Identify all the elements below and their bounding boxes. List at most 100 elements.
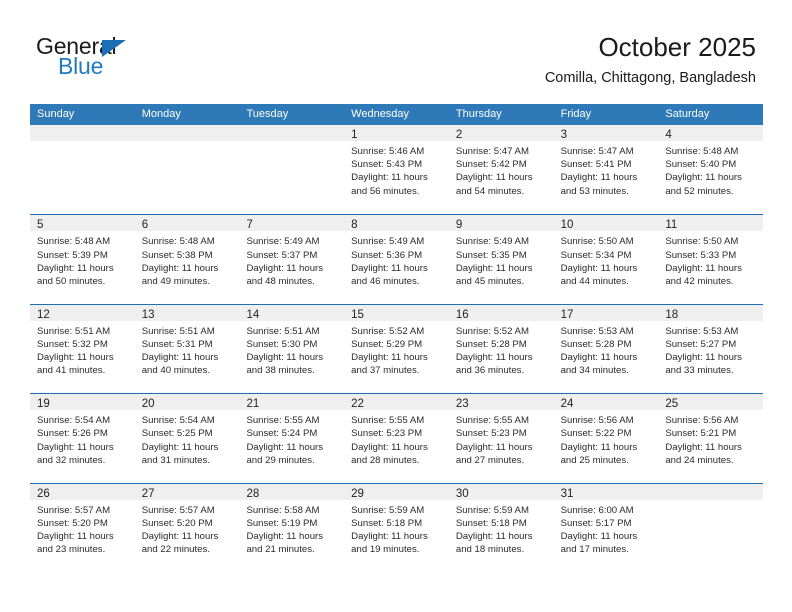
daylight-duration-line1: Daylight: 11 hours [665, 441, 742, 453]
day-details: Sunrise: 5:58 AM Sunset: 5:19 PM Daylight:… [239, 500, 344, 557]
sunrise-time: Sunrise: 5:50 AM [665, 236, 739, 248]
daylight-duration-line2: and 22 minutes. [141, 544, 210, 556]
daylight-duration-line1: Daylight: 11 hours [351, 172, 428, 184]
calendar-day-cell[interactable]: 15 Sunrise: 5:52 AM Sunset: 5:29 PM Dayligh… [344, 304, 449, 393]
calendar-day-cell[interactable]: 2 Sunrise: 5:47 AM Sunset: 5:42 PM Daylight… [448, 125, 554, 214]
calendar-day-cell[interactable]: 13 Sunrise: 5:51 AM Sunset: 5:31 PM Dayligh… [134, 304, 240, 393]
calendar-day-cell[interactable]: 27 Sunrise: 5:57 AM Sunset: 5:20 PM Dayligh… [134, 483, 240, 572]
sunrise-time: Sunrise: 5:55 AM [455, 415, 529, 427]
date-number-strip: 31 [553, 483, 659, 500]
daylight-duration-line2: and 41 minutes. [37, 365, 106, 377]
daylight-duration-line2: and 18 minutes. [455, 544, 525, 556]
calendar-day-cell[interactable]: 29 Sunrise: 5:59 AM Sunset: 5:18 PM Dayligh… [344, 483, 449, 572]
calendar-day-cell[interactable]: 6 Sunrise: 5:48 AM Sunset: 5:38 PM Daylight… [134, 215, 240, 303]
sunrise-time: Sunrise: 5:52 AM [351, 325, 425, 337]
brand-logo[interactable]: General Blue [36, 33, 236, 85]
daylight-duration-line1: Daylight: 11 hours [351, 262, 428, 274]
calendar-day-cell[interactable]: 14 Sunrise: 5:51 AM Sunset: 5:30 PM Dayligh… [239, 304, 345, 393]
day-details: Sunrise: 5:55 AM Sunset: 5:23 PM Daylight:… [449, 410, 554, 467]
calendar-day-cell[interactable]: 28 Sunrise: 5:58 AM Sunset: 5:19 PM Dayligh… [239, 483, 345, 572]
date-number: 16 [455, 308, 469, 321]
calendar-day-cell[interactable]: 24 Sunrise: 5:56 AM Sunset: 5:22 PM Dayligh… [553, 394, 659, 482]
calendar-day-cell[interactable]: 30 Sunrise: 5:59 AM Sunset: 5:18 PM Dayligh… [448, 483, 554, 572]
daylight-duration-line2: and 28 minutes. [351, 454, 420, 466]
day-details: Sunrise: 5:46 AM Sunset: 5:43 PM Daylight:… [344, 141, 449, 198]
calendar-day-cell[interactable]: 8 Sunrise: 5:49 AM Sunset: 5:36 PM Daylight… [344, 215, 449, 303]
sunrise-time: Sunrise: 5:55 AM [351, 415, 425, 427]
day-details: Sunrise: 5:54 AM Sunset: 5:26 PM Daylight:… [30, 410, 135, 467]
date-number-strip: 6 [134, 215, 240, 232]
calendar-day-cell[interactable]: 20 Sunrise: 5:54 AM Sunset: 5:25 PM Dayligh… [134, 394, 240, 482]
triangle-logo-icon [102, 40, 126, 57]
calendar-day-cell-empty [239, 125, 345, 214]
daylight-duration-line1: Daylight: 11 hours [351, 352, 428, 364]
calendar-day-cell[interactable]: 23 Sunrise: 5:55 AM Sunset: 5:23 PM Dayligh… [448, 394, 554, 482]
date-number-strip: 13 [134, 304, 240, 321]
day-details: Sunrise: 5:56 AM Sunset: 5:21 PM Daylight:… [658, 410, 763, 467]
date-number-strip: 15 [344, 304, 449, 321]
calendar-day-cell[interactable]: 9 Sunrise: 5:49 AM Sunset: 5:35 PM Daylight… [448, 215, 554, 303]
page-title: October 2025 [598, 32, 756, 62]
calendar-day-cell[interactable]: 4 Sunrise: 5:48 AM Sunset: 5:40 PM Daylight… [658, 125, 764, 214]
daylight-duration-line1: Daylight: 11 hours [141, 441, 219, 453]
daylight-duration-line1: Daylight: 11 hours [665, 262, 742, 274]
calendar-day-cell[interactable]: 26 Sunrise: 5:57 AM Sunset: 5:20 PM Dayligh… [30, 483, 135, 572]
date-number-strip [239, 125, 345, 141]
daylight-duration-line2: and 56 minutes. [351, 185, 420, 197]
daylight-duration-line2: and 21 minutes. [246, 544, 315, 556]
daylight-duration-line1: Daylight: 11 hours [141, 262, 219, 274]
sunrise-time: Sunrise: 5:46 AM [351, 146, 425, 157]
daylight-duration-line2: and 23 minutes. [37, 544, 106, 556]
date-number-strip: 22 [344, 394, 449, 411]
weekday-header-thursday: Thursday [455, 108, 502, 120]
day-details: Sunrise: 5:55 AM Sunset: 5:24 PM Daylight:… [239, 410, 344, 467]
calendar-day-cell[interactable]: 3 Sunrise: 5:47 AM Sunset: 5:41 PM Daylight… [553, 125, 659, 214]
calendar-day-cell-empty [30, 125, 135, 214]
calendar-day-cell[interactable]: 1 Sunrise: 5:46 AM Sunset: 5:43 PM Daylight… [344, 125, 449, 214]
sunset-time: Sunset: 5:18 PM [455, 517, 527, 529]
calendar-day-cell[interactable]: 5 Sunrise: 5:48 AM Sunset: 5:39 PM Daylight… [30, 215, 135, 303]
date-number: 15 [351, 308, 364, 321]
date-number-strip: 9 [448, 215, 554, 232]
day-details: Sunrise: 5:55 AM Sunset: 5:23 PM Daylight:… [344, 410, 449, 467]
date-number-strip: 2 [448, 125, 554, 141]
daylight-duration-line2: and 54 minutes. [455, 185, 525, 197]
sunrise-time: Sunrise: 5:54 AM [37, 415, 111, 427]
date-number-strip: 3 [553, 125, 659, 141]
calendar-week-row: 12 Sunrise: 5:51 AM Sunset: 5:32 PM Dayligh… [30, 303, 764, 393]
calendar-day-cell[interactable]: 7 Sunrise: 5:49 AM Sunset: 5:37 PM Daylight… [239, 215, 345, 303]
sunset-time: Sunset: 5:39 PM [37, 249, 108, 261]
calendar-day-cell[interactable]: 22 Sunrise: 5:55 AM Sunset: 5:23 PM Dayligh… [344, 394, 449, 482]
day-details: Sunrise: 5:48 AM Sunset: 5:39 PM Daylight:… [30, 231, 135, 288]
calendar-day-cell[interactable]: 12 Sunrise: 5:51 AM Sunset: 5:32 PM Dayligh… [30, 304, 135, 393]
sunrise-time: Sunrise: 6:00 AM [560, 504, 634, 516]
sunset-time: Sunset: 5:19 PM [246, 517, 318, 529]
calendar-day-cell[interactable]: 31 Sunrise: 6:00 AM Sunset: 5:17 PM Dayligh… [553, 483, 659, 572]
daylight-duration-line2: and 53 minutes. [560, 185, 629, 197]
calendar-day-cell[interactable]: 17 Sunrise: 5:53 AM Sunset: 5:28 PM Dayligh… [553, 304, 659, 393]
day-details: Sunrise: 5:49 AM Sunset: 5:37 PM Daylight:… [239, 231, 344, 288]
calendar-day-cell[interactable]: 18 Sunrise: 5:53 AM Sunset: 5:27 PM Dayligh… [658, 304, 764, 393]
daylight-duration-line1: Daylight: 11 hours [455, 530, 533, 542]
calendar-day-cell[interactable]: 10 Sunrise: 5:50 AM Sunset: 5:34 PM Dayligh… [553, 215, 659, 303]
daylight-duration-line1: Daylight: 11 hours [351, 530, 428, 542]
sunset-time: Sunset: 5:28 PM [455, 338, 527, 350]
calendar-day-cell[interactable]: 25 Sunrise: 5:56 AM Sunset: 5:21 PM Dayligh… [658, 394, 764, 482]
calendar-day-cell[interactable]: 19 Sunrise: 5:54 AM Sunset: 5:26 PM Dayligh… [30, 394, 135, 482]
sunrise-time: Sunrise: 5:48 AM [665, 146, 739, 157]
day-details: Sunrise: 5:57 AM Sunset: 5:20 PM Daylight:… [30, 500, 135, 557]
sunset-time: Sunset: 5:35 PM [455, 249, 527, 261]
calendar-day-cell[interactable]: 11 Sunrise: 5:50 AM Sunset: 5:33 PM Dayligh… [658, 215, 764, 303]
calendar-day-cell[interactable]: 21 Sunrise: 5:55 AM Sunset: 5:24 PM Dayligh… [239, 394, 345, 482]
sunset-time: Sunset: 5:20 PM [37, 517, 108, 529]
date-number: 9 [455, 219, 463, 232]
sunset-time: Sunset: 5:24 PM [246, 428, 318, 440]
day-details: Sunrise: 6:00 AM Sunset: 5:17 PM Daylight:… [554, 500, 659, 557]
date-number-strip: 17 [553, 304, 659, 321]
calendar-weeks: 1 Sunrise: 5:46 AM Sunset: 5:43 PM Daylight… [30, 125, 764, 572]
sunset-time: Sunset: 5:22 PM [560, 428, 632, 440]
sunset-time: Sunset: 5:32 PM [37, 338, 108, 350]
calendar-day-cell[interactable]: 16 Sunrise: 5:52 AM Sunset: 5:28 PM Dayligh… [448, 304, 554, 393]
sunrise-time: Sunrise: 5:58 AM [246, 504, 320, 516]
date-number-strip: 8 [344, 215, 449, 232]
